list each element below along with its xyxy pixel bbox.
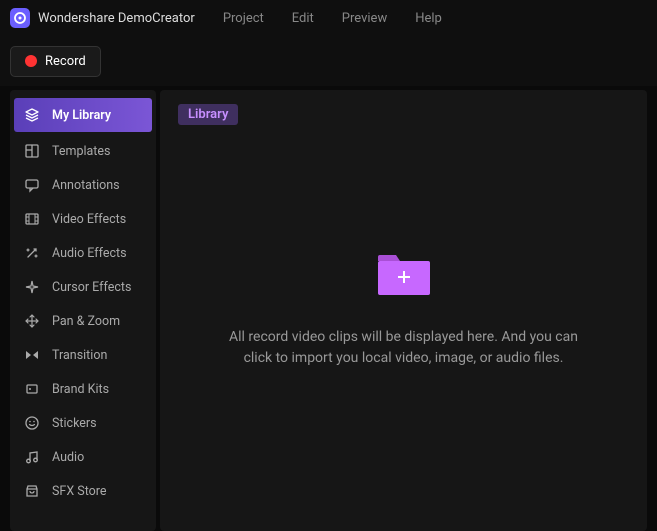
sidebar-item-stickers[interactable]: Stickers: [10, 406, 156, 440]
sidebar-item-transition[interactable]: Transition: [10, 338, 156, 372]
layers-icon: [24, 107, 40, 123]
message-icon: [24, 177, 40, 193]
sidebar-item-pan-zoom[interactable]: Pan & Zoom: [10, 304, 156, 338]
folder-plus-icon: [376, 253, 432, 297]
main-panel: Library All record video clips will be d…: [160, 90, 647, 531]
film-icon: [24, 211, 40, 227]
sidebar-item-label: My Library: [52, 108, 111, 123]
sidebar-item-cursor-effects[interactable]: Cursor Effects: [10, 270, 156, 304]
app-logo: [10, 8, 30, 28]
menu-edit[interactable]: Edit: [292, 11, 314, 26]
record-button[interactable]: Record: [10, 46, 101, 77]
toolbar: Record: [0, 36, 657, 86]
record-icon: [25, 55, 37, 67]
transition-icon: [24, 347, 40, 363]
menu-preview[interactable]: Preview: [342, 11, 387, 26]
music-icon: [24, 449, 40, 465]
sidebar-item-brand-kits[interactable]: Brand Kits: [10, 372, 156, 406]
arrows-icon: [24, 313, 40, 329]
sidebar-item-label: Stickers: [52, 416, 97, 431]
sidebar-item-label: Templates: [52, 144, 110, 159]
sidebar-item-label: Transition: [52, 348, 107, 363]
sidebar-item-label: SFX Store: [52, 484, 107, 499]
magic-icon: [24, 245, 40, 261]
smile-icon: [24, 415, 40, 431]
sidebar-item-label: Pan & Zoom: [52, 314, 120, 329]
record-label: Record: [45, 54, 86, 69]
sparkle-icon: [24, 279, 40, 295]
empty-text: All record video clips will be displayed…: [224, 327, 584, 369]
store-icon: [24, 483, 40, 499]
sidebar-item-audio[interactable]: Audio: [10, 440, 156, 474]
menu-help[interactable]: Help: [415, 11, 442, 26]
badge-icon: [24, 381, 40, 397]
sidebar-item-video-effects[interactable]: Video Effects: [10, 202, 156, 236]
sidebar-item-audio-effects[interactable]: Audio Effects: [10, 236, 156, 270]
menu-project[interactable]: Project: [223, 11, 264, 26]
sidebar-item-label: Audio Effects: [52, 246, 127, 261]
content: My Library Templates Annotations Video E…: [0, 86, 657, 531]
sidebar-item-label: Video Effects: [52, 212, 126, 227]
app-title: Wondershare DemoCreator: [38, 11, 195, 26]
empty-state[interactable]: All record video clips will be displayed…: [178, 105, 629, 517]
sidebar-item-annotations[interactable]: Annotations: [10, 168, 156, 202]
sidebar-item-my-library[interactable]: My Library: [14, 98, 152, 132]
sidebar-item-templates[interactable]: Templates: [10, 134, 156, 168]
menu-bar: Project Edit Preview Help: [223, 11, 442, 26]
logo-icon: [14, 12, 26, 24]
sidebar: My Library Templates Annotations Video E…: [10, 90, 156, 531]
sidebar-item-label: Cursor Effects: [52, 280, 131, 295]
sidebar-item-sfx-store[interactable]: SFX Store: [10, 474, 156, 508]
sidebar-item-label: Brand Kits: [52, 382, 109, 397]
grid-icon: [24, 143, 40, 159]
sidebar-item-label: Annotations: [52, 178, 120, 193]
titlebar: Wondershare DemoCreator Project Edit Pre…: [0, 0, 657, 36]
sidebar-item-label: Audio: [52, 450, 84, 465]
